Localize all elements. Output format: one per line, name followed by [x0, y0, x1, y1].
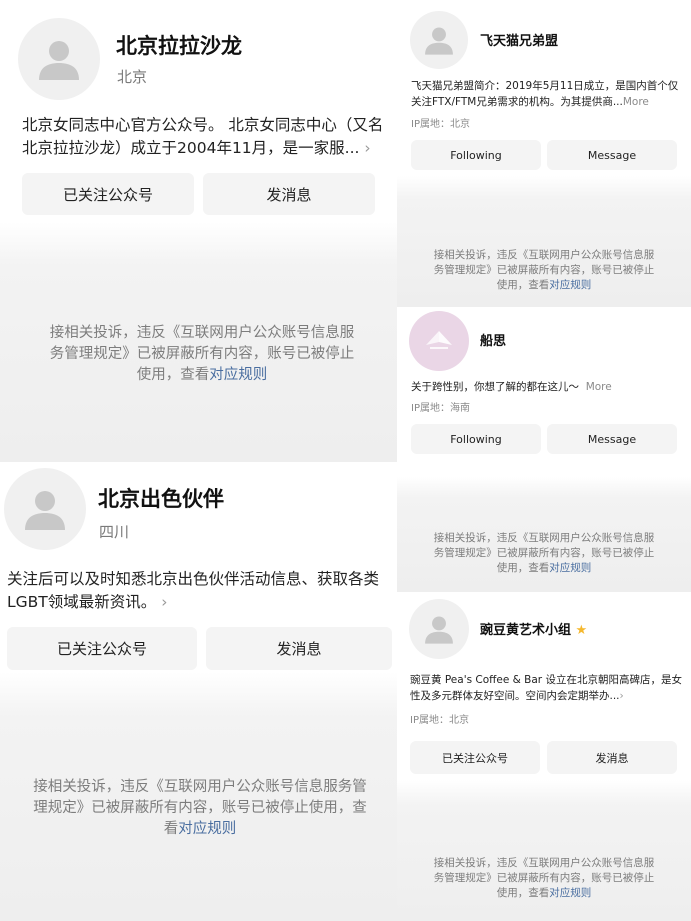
account-name: 北京拉拉沙龙	[116, 34, 242, 58]
ip-location: IP属地：北京	[411, 119, 470, 130]
blocked-notice: 接相关投诉，违反《互联网用户公众账号信息服务管理规定》已被屏蔽所有内容，账号已被…	[431, 531, 657, 577]
account-name: 豌豆黄艺术小组 ★	[480, 619, 587, 638]
account-description[interactable]: 飞天猫兄弟盟简介：2019年5月11日成立，是国内首个仅关注FTX/FTM兄弟需…	[411, 79, 685, 111]
account-description[interactable]: 关注后可以及时知悉北京出色伙伴活动信息、获取各类LGBT领域最新资讯。 ›	[7, 568, 391, 615]
chevron-right-icon: ›	[364, 139, 371, 158]
send-message-button[interactable]: 发消息	[203, 173, 375, 215]
blocked-notice-text: 接相关投诉，违反《互联网用户公众账号信息服务管理规定》已被屏蔽所有内容，账号已被…	[433, 249, 655, 292]
more-link[interactable]: More	[586, 381, 612, 393]
avatar[interactable]	[4, 468, 86, 550]
account-region: 北京	[117, 68, 148, 86]
rules-link[interactable]: 对应规则	[549, 887, 591, 899]
following-button[interactable]: Following	[411, 140, 541, 170]
description-text: 豌豆黄 Pea's Coffee & Bar 设立在北京朝阳高碑店，是女性及多元…	[410, 674, 682, 702]
account-region: 四川	[99, 523, 130, 541]
ip-location: IP属地：海南	[411, 403, 470, 414]
more-link[interactable]: More	[623, 96, 649, 108]
blocked-notice-text: 接相关投诉，违反《互联网用户公众账号信息服务管理规定》已被屏蔽所有内容，账号已被…	[49, 325, 355, 384]
rules-link[interactable]: 对应规则	[178, 821, 236, 837]
blocked-notice: 接相关投诉，违反《互联网用户公众账号信息服务管理规定》已被屏蔽所有内容，账号已被…	[46, 323, 358, 386]
avatar[interactable]	[409, 599, 469, 659]
ip-location: IP属地：北京	[410, 715, 469, 726]
message-button[interactable]: Message	[547, 424, 677, 454]
account-description[interactable]: 豌豆黄 Pea's Coffee & Bar 设立在北京朝阳高碑店，是女性及多元…	[410, 673, 686, 705]
account-name: 飞天猫兄弟盟	[480, 34, 559, 49]
send-message-button[interactable]: 发消息	[547, 741, 677, 774]
blocked-notice: 接相关投诉，违反《互联网用户公众账号信息服务管理规定》已被屏蔽所有内容，账号已被…	[429, 856, 659, 902]
rules-link[interactable]: 对应规则	[209, 367, 267, 383]
rules-link[interactable]: 对应规则	[549, 562, 591, 574]
person-silhouette-icon	[425, 616, 453, 644]
followed-official-account-button[interactable]: 已关注公众号	[7, 627, 197, 670]
account-card-chuansi: 船思 关于跨性别，你想了解的都在这儿～ More IP属地：海南 Followi…	[397, 307, 691, 592]
person-silhouette-icon	[25, 491, 65, 530]
person-silhouette-icon	[425, 27, 453, 55]
avatar[interactable]	[409, 311, 469, 371]
account-card-beijing-lala-salon: 北京拉拉沙龙 北京 北京女同志中心官方公众号。 北京女同志中心（又名北京拉拉沙龙…	[0, 0, 397, 462]
following-button[interactable]: Following	[411, 424, 541, 454]
avatar[interactable]	[18, 18, 100, 100]
blocked-notice-text: 接相关投诉，违反《互联网用户公众账号信息服务管理规定》已被屏蔽所有内容，账号已被…	[433, 857, 655, 900]
description-text: 关注后可以及时知悉北京出色伙伴活动信息、获取各类LGBT领域最新资讯。	[7, 570, 380, 612]
account-name: 北京出色伙伴	[98, 487, 224, 511]
avatar[interactable]	[410, 11, 468, 69]
description-text: 北京女同志中心官方公众号。 北京女同志中心（又名北京拉拉沙龙）成立于2004年1…	[22, 116, 384, 158]
account-card-beijing-chuse-huoban: 北京出色伙伴 四川 关注后可以及时知悉北京出色伙伴活动信息、获取各类LGBT领域…	[0, 462, 397, 921]
followed-official-account-button[interactable]: 已关注公众号	[410, 741, 540, 774]
sail-logo-icon	[426, 331, 452, 349]
star-icon: ★	[575, 623, 588, 638]
description-text: 关于跨性别，你想了解的都在这儿～	[411, 381, 579, 393]
followed-official-account-button[interactable]: 已关注公众号	[22, 173, 194, 215]
account-description[interactable]: 关于跨性别，你想了解的都在这儿～ More	[411, 380, 685, 396]
rules-link[interactable]: 对应规则	[549, 279, 591, 291]
blocked-notice: 接相关投诉，违反《互联网用户公众账号信息服务管理规定》已被屏蔽所有内容，账号已被…	[431, 248, 657, 294]
account-name-text: 豌豆黄艺术小组	[480, 623, 572, 638]
account-name: 船思	[480, 334, 507, 349]
account-card-feitianmao: 飞天猫兄弟盟 飞天猫兄弟盟简介：2019年5月11日成立，是国内首个仅关注FTX…	[397, 0, 691, 307]
account-card-wandouhuang: 豌豆黄艺术小组 ★ 豌豆黄 Pea's Coffee & Bar 设立在北京朝阳…	[397, 592, 691, 921]
blocked-notice-text: 接相关投诉，违反《互联网用户公众账号信息服务管理规定》已被屏蔽所有内容，账号已被…	[433, 532, 655, 575]
chevron-right-icon: ›	[161, 593, 168, 612]
message-button[interactable]: Message	[547, 140, 677, 170]
send-message-button[interactable]: 发消息	[206, 627, 392, 670]
chevron-right-icon: ›	[619, 689, 624, 702]
blocked-notice: 接相关投诉，违反《互联网用户公众账号信息服务管理规定》已被屏蔽所有内容，账号已被…	[30, 777, 370, 840]
person-silhouette-icon	[39, 41, 79, 80]
account-description[interactable]: 北京女同志中心官方公众号。 北京女同志中心（又名北京拉拉沙龙）成立于2004年1…	[22, 114, 384, 161]
